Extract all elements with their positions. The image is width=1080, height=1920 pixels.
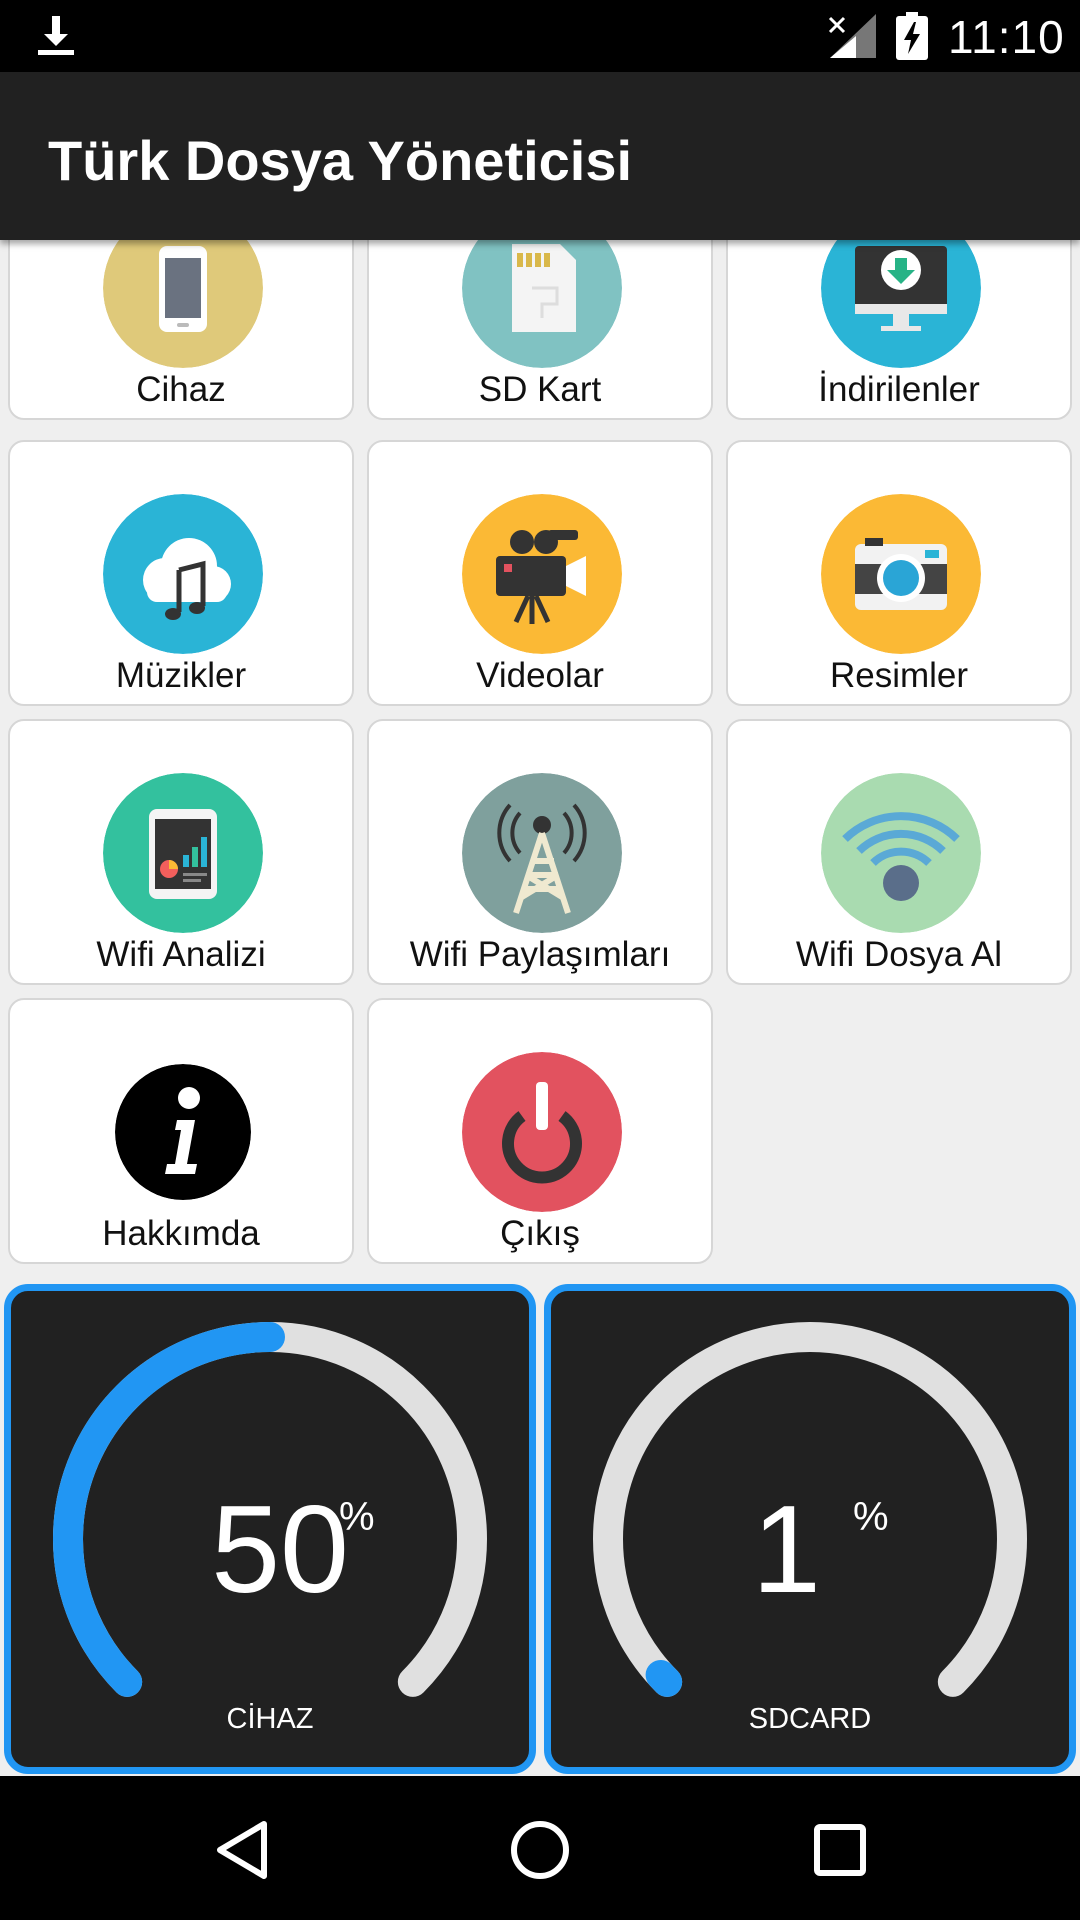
storage-gauge-device[interactable]: 50 % CİHAZ — [4, 1284, 536, 1774]
gauge-value: 50 — [211, 1481, 349, 1619]
tile-muzikler[interactable]: Müzikler — [8, 440, 354, 706]
video-camera-icon — [462, 494, 622, 654]
tile-resimler[interactable]: Resimler — [726, 440, 1072, 706]
wifi-analysis-icon — [103, 773, 263, 933]
tile-label: SD Kart — [478, 370, 602, 409]
tile-label: Cihaz — [136, 370, 226, 409]
music-cloud-icon — [103, 494, 263, 654]
storage-gauge-sdcard[interactable]: 1 % SDCARD — [544, 1284, 1076, 1774]
recents-icon[interactable] — [814, 1824, 866, 1876]
app-title: Türk Dosya Yöneticisi — [48, 129, 633, 192]
tile-wifi-dosya-al[interactable]: Wifi Dosya Al — [726, 719, 1072, 985]
tile-label: Wifi Dosya Al — [795, 935, 1003, 974]
tile-cihaz[interactable]: Cihaz — [8, 240, 354, 420]
tile-sd-kart[interactable]: SD Kart — [367, 240, 713, 420]
gauge-unit: % — [853, 1495, 889, 1539]
tile-label: İndirilenler — [818, 370, 980, 409]
gauge-unit: % — [339, 1495, 375, 1539]
tile-label: Müzikler — [115, 656, 247, 695]
tile-cikis[interactable]: Çıkış — [367, 998, 713, 1264]
tile-wifi-analizi[interactable]: Wifi Analizi — [8, 719, 354, 985]
sd-card-icon — [462, 240, 622, 368]
status-bar: 11:10 — [0, 0, 1080, 72]
gauge-label: CİHAZ — [226, 1703, 314, 1735]
download-notification-icon — [38, 16, 74, 55]
tile-label: Çıkış — [500, 1214, 580, 1253]
antenna-tower-icon — [462, 773, 622, 933]
category-grid: Cihaz SD Kart İndirilenler Müzikler Vide… — [0, 240, 1080, 1276]
download-monitor-icon — [821, 240, 981, 368]
gauge-value: 1 — [752, 1481, 821, 1619]
back-icon[interactable] — [214, 1820, 270, 1880]
tile-label: Wifi Paylaşımları — [409, 935, 671, 974]
photo-camera-icon — [821, 494, 981, 654]
tile-wifi-paylasimlari[interactable]: Wifi Paylaşımları — [367, 719, 713, 985]
clock: 11:10 — [948, 11, 1065, 63]
tile-label: Videolar — [476, 656, 604, 695]
wifi-icon — [821, 773, 981, 933]
power-icon — [462, 1052, 622, 1212]
tile-videolar[interactable]: Videolar — [367, 440, 713, 706]
app-bar: Türk Dosya Yöneticisi — [0, 72, 1080, 240]
info-icon — [115, 1064, 251, 1200]
battery-charging-icon — [896, 12, 928, 60]
phone-icon — [103, 240, 263, 368]
tile-label: Wifi Analizi — [96, 935, 266, 974]
navigation-bar — [0, 1776, 1080, 1920]
tile-label: Resimler — [829, 656, 969, 695]
gauge-label: SDCARD — [748, 1703, 872, 1735]
no-signal-icon — [828, 14, 876, 58]
home-icon[interactable] — [510, 1820, 570, 1880]
tile-label: Hakkımda — [102, 1214, 260, 1253]
tile-hakkimda[interactable]: Hakkımda — [8, 998, 354, 1264]
tile-indirilenler[interactable]: İndirilenler — [726, 240, 1072, 420]
